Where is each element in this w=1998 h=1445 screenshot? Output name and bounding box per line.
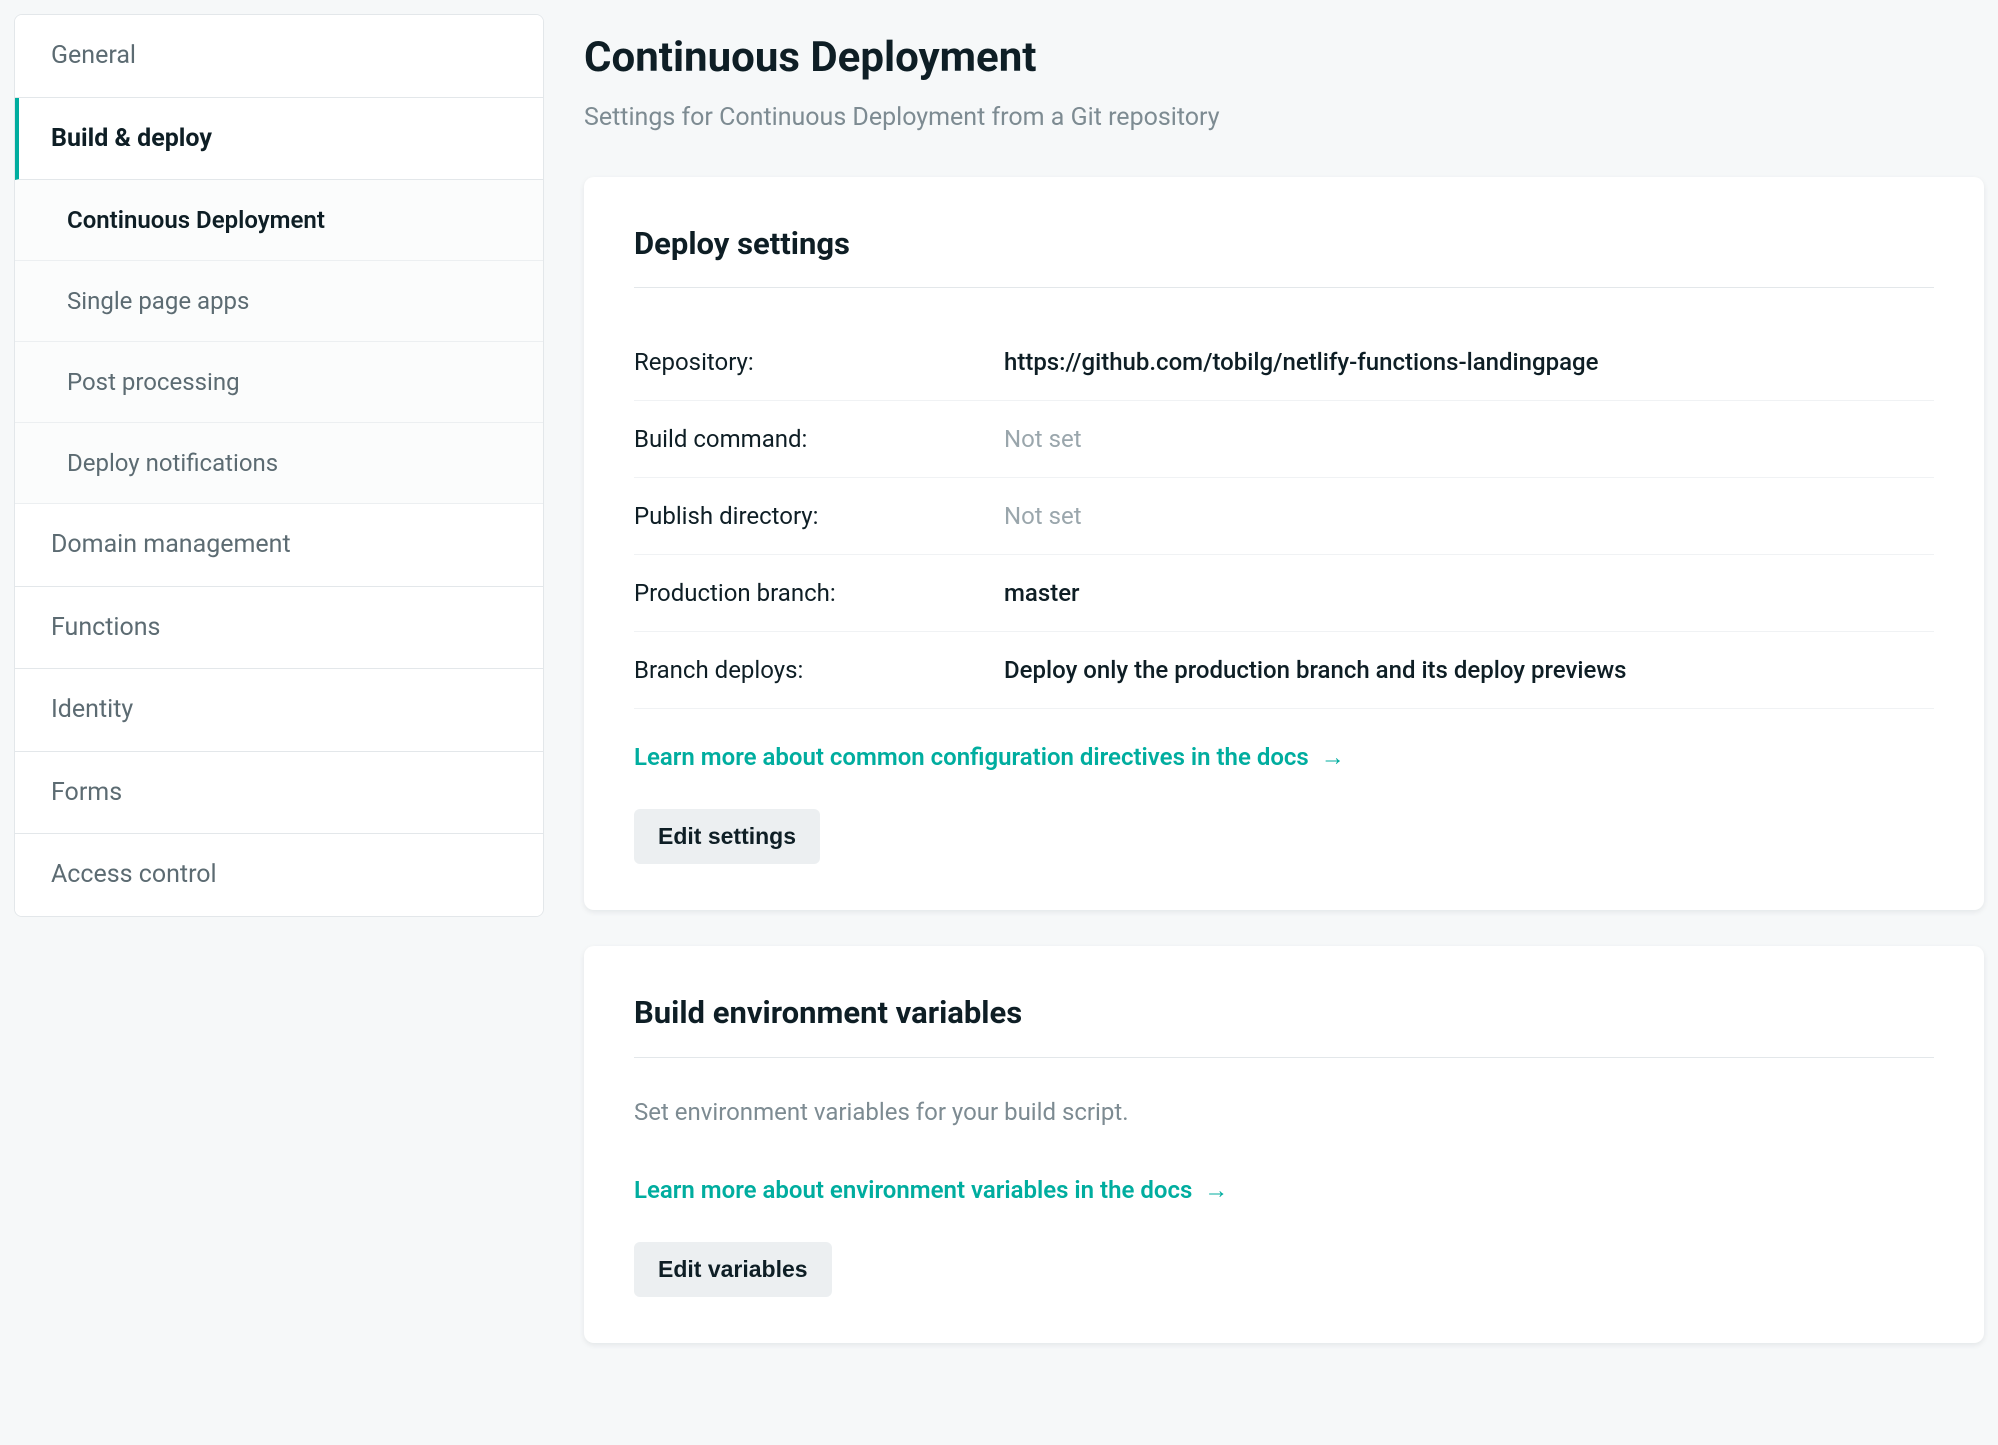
- deploy-settings-card: Deploy settings Repository: https://gith…: [584, 177, 1984, 911]
- deploy-settings-title: Deploy settings: [634, 221, 1934, 289]
- arrow-right-icon: →: [1321, 743, 1345, 771]
- setting-label-build-command: Build command:: [634, 421, 1004, 457]
- setting-value-build-command: Not set: [1004, 421, 1934, 457]
- build-env-vars-card: Build environment variables Set environm…: [584, 946, 1984, 1343]
- setting-row-publish-directory: Publish directory: Not set: [634, 478, 1934, 555]
- sidebar-subitem-deploy-notifications[interactable]: Deploy notifications: [15, 423, 543, 504]
- sidebar-item-general[interactable]: General: [15, 15, 543, 98]
- settings-sidebar: General Build & deploy Continuous Deploy…: [14, 14, 544, 917]
- setting-label-publish-directory: Publish directory:: [634, 498, 1004, 534]
- setting-row-build-command: Build command: Not set: [634, 401, 1934, 478]
- sidebar-item-build-deploy[interactable]: Build & deploy: [15, 98, 543, 181]
- edit-variables-button[interactable]: Edit variables: [634, 1242, 832, 1297]
- build-env-vars-desc: Set environment variables for your build…: [634, 1094, 1934, 1130]
- setting-row-branch-deploys: Branch deploys: Deploy only the producti…: [634, 632, 1934, 709]
- sidebar-subitem-single-page-apps[interactable]: Single page apps: [15, 261, 543, 342]
- learn-link-config-directives[interactable]: Learn more about common configuration di…: [634, 739, 1345, 775]
- setting-value-repository: https://github.com/tobilg/netlify-functi…: [1004, 344, 1934, 380]
- sidebar-item-domain-management[interactable]: Domain management: [15, 504, 543, 587]
- setting-row-repository: Repository: https://github.com/tobilg/ne…: [634, 324, 1934, 401]
- sidebar-subitem-post-processing[interactable]: Post processing: [15, 342, 543, 423]
- edit-settings-button[interactable]: Edit settings: [634, 809, 820, 864]
- setting-row-production-branch: Production branch: master: [634, 555, 1934, 632]
- setting-label-production-branch: Production branch:: [634, 575, 1004, 611]
- setting-value-publish-directory: Not set: [1004, 498, 1934, 534]
- setting-value-branch-deploys: Deploy only the production branch and it…: [1004, 652, 1934, 688]
- setting-label-branch-deploys: Branch deploys:: [634, 652, 1004, 688]
- setting-label-repository: Repository:: [634, 344, 1004, 380]
- sidebar-item-access-control[interactable]: Access control: [15, 834, 543, 916]
- learn-link-text: Learn more about environment variables i…: [634, 1176, 1192, 1204]
- settings-page: General Build & deploy Continuous Deploy…: [0, 0, 1998, 1445]
- sidebar-item-functions[interactable]: Functions: [15, 587, 543, 670]
- sidebar-subitem-continuous-deployment[interactable]: Continuous Deployment: [15, 180, 543, 261]
- build-env-vars-title: Build environment variables: [634, 990, 1934, 1058]
- learn-link-text: Learn more about common configuration di…: [634, 743, 1309, 771]
- setting-value-production-branch: master: [1004, 575, 1934, 611]
- page-subtitle: Settings for Continuous Deployment from …: [584, 99, 1984, 137]
- page-title: Continuous Deployment: [584, 26, 1984, 89]
- learn-link-env-variables[interactable]: Learn more about environment variables i…: [634, 1172, 1228, 1208]
- sidebar-item-forms[interactable]: Forms: [15, 752, 543, 835]
- sidebar-item-identity[interactable]: Identity: [15, 669, 543, 752]
- main-content: Continuous Deployment Settings for Conti…: [584, 14, 1984, 1431]
- arrow-right-icon: →: [1204, 1176, 1228, 1204]
